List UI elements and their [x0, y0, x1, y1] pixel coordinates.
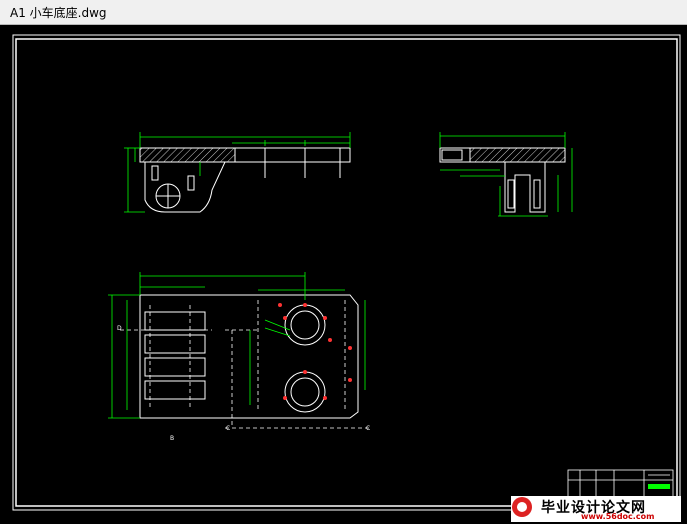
- sheet-inner-border: [15, 38, 678, 507]
- top-view-holes: [278, 303, 352, 400]
- sheet-outer-border: [12, 34, 681, 511]
- section-marks: B C C D: [117, 325, 370, 442]
- watermark-badge: 毕业设计论文网 www.56doc.com: [511, 496, 681, 522]
- svg-text:D: D: [117, 325, 122, 332]
- cad-drawing: B C C D: [12, 34, 681, 511]
- svg-text:C: C: [226, 425, 230, 432]
- top-view-centerlines: [120, 300, 370, 429]
- side-view-dimensions: [439, 132, 573, 217]
- side-view: [439, 147, 566, 213]
- top-view-dimensions: [108, 272, 366, 419]
- drawing-canvas[interactable]: B C C D 毕业设计论文网 www.56doc.com: [0, 25, 687, 524]
- watermark-logo-icon: [512, 497, 532, 517]
- front-view: [139, 147, 351, 213]
- watermark-site: www.56doc.com: [581, 512, 655, 521]
- svg-text:B: B: [170, 435, 174, 442]
- window-titlebar: A1 小车底座.dwg: [0, 0, 687, 25]
- window-title: A1 小车底座.dwg: [10, 6, 107, 20]
- svg-text:C: C: [366, 425, 370, 432]
